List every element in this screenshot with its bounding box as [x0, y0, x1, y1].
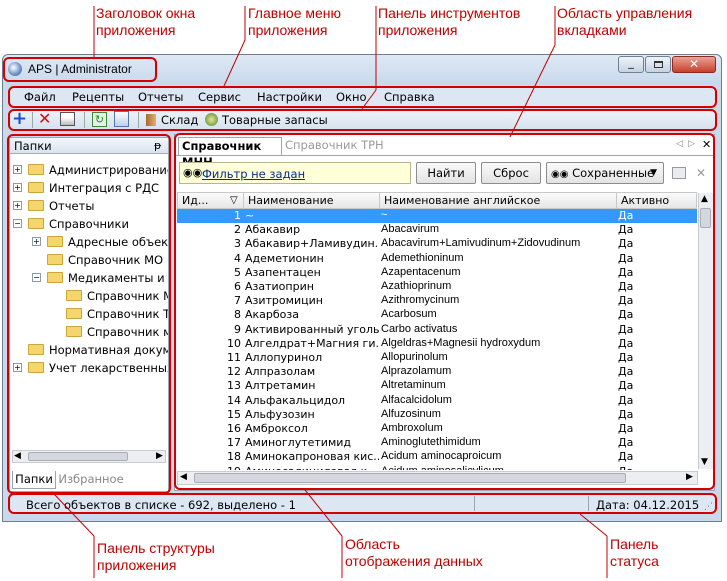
annotation-structure: Панель структуры приложения [97, 540, 215, 573]
highlight-status [8, 493, 717, 514]
highlight-toolbar [8, 109, 717, 131]
annotation-toolbar: Панель инструментов приложения [378, 5, 521, 38]
highlight-folders [7, 134, 171, 494]
highlight-content [174, 133, 715, 490]
annotation-tabs-area: Область управления вкладками [557, 5, 693, 38]
annotation-status: Панель статуса [610, 536, 659, 569]
annotation-data-area: Область отображения данных [345, 536, 483, 569]
close-button[interactable]: ✕ [672, 56, 716, 73]
highlight-title [3, 57, 157, 82]
annotation-main-menu: Главное меню приложения [248, 5, 342, 38]
maximize-button[interactable] [645, 56, 671, 73]
minimize-button[interactable]: _ [618, 56, 644, 73]
maximize-icon [654, 61, 663, 68]
highlight-menu [8, 86, 717, 108]
annotation-window-title: Заголовок окна приложения [96, 5, 196, 38]
